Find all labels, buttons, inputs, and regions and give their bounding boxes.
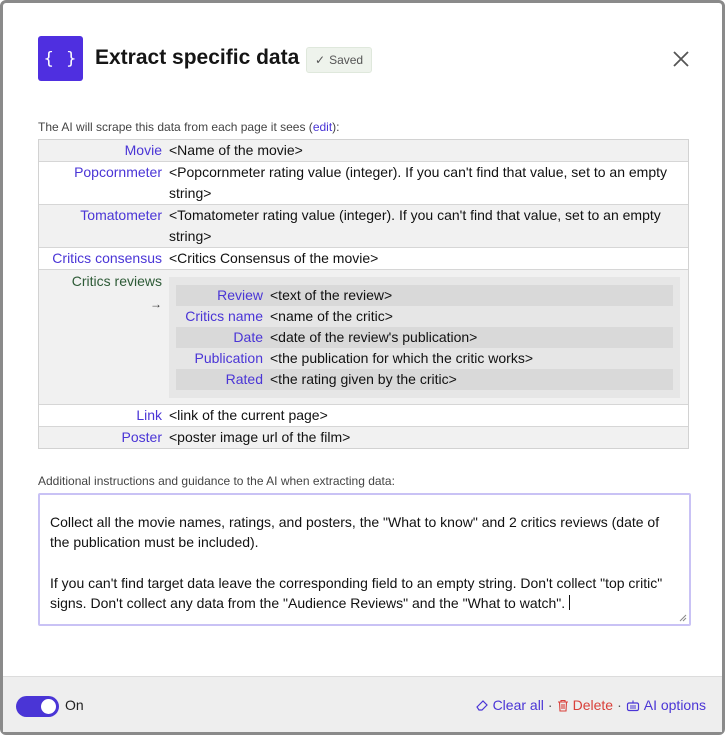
schema-row-popcornmeter: Popcornmeter <Popcornmeter rating value … <box>39 162 688 205</box>
footer-actions: Clear all · Delete · AI options <box>475 697 706 713</box>
close-icon[interactable] <box>670 48 692 70</box>
nested-row-publication: Publication <the publication for which t… <box>176 348 673 369</box>
braces-logo-icon: { } <box>38 36 83 81</box>
intro-text: The AI will scrape this data from each p… <box>38 120 340 134</box>
saved-label: Saved <box>329 53 364 67</box>
schema-value: <link of the current page> <box>169 407 328 423</box>
dialog-header: { } Extract specific data ✓ Saved <box>38 36 692 82</box>
nested-key[interactable]: Date <box>176 327 270 348</box>
delete-button[interactable]: Delete <box>557 697 613 713</box>
ai-options-label: AI options <box>643 697 706 713</box>
nested-row-critics-name: Critics name <name of the critic> <box>176 306 673 327</box>
schema-key-nested[interactable]: Critics reviews → <box>39 270 168 404</box>
nested-row-rated: Rated <the rating given by the critic> <box>176 369 673 390</box>
clear-all-button[interactable]: Clear all <box>475 697 544 713</box>
critics-reviews-table: Review <text of the review> Critics name… <box>169 277 680 398</box>
robot-icon <box>626 700 639 711</box>
intro-suffix: ): <box>332 120 340 134</box>
instructions-paragraph-1: Collect all the movie names, ratings, an… <box>50 514 663 550</box>
dialog-footer: On Clear all · Delete · AI options <box>3 676 722 732</box>
schema-value: <Critics Consensus of the movie> <box>169 250 379 266</box>
instructions-label: Additional instructions and guidance to … <box>38 474 395 488</box>
toggle-knob <box>41 699 56 714</box>
nested-value: <date of the review's publication> <box>270 329 478 345</box>
nested-value: <name of the critic> <box>270 308 393 324</box>
schema-row-movie: Movie <Name of the movie> <box>39 140 688 162</box>
text-cursor <box>569 595 571 610</box>
schema-key[interactable]: Link <box>39 405 168 426</box>
schema-key[interactable]: Critics consensus <box>39 248 168 269</box>
instructions-paragraph-2-text: If you can't find target data leave the … <box>50 575 667 611</box>
schema-row-tomatometer: Tomatometer <Tomatometer rating value (i… <box>39 205 688 248</box>
schema-value: <poster image url of the film> <box>169 429 351 445</box>
schema-value: <Tomatometer rating value (integer). If … <box>169 207 661 244</box>
eraser-icon <box>475 699 488 711</box>
nested-value: <the publication for which the critic wo… <box>270 350 534 366</box>
separator: · <box>547 697 553 713</box>
instructions-paragraph-2: If you can't find target data leave the … <box>50 573 679 613</box>
separator: · <box>617 697 622 713</box>
schema-value: <Name of the movie> <box>169 142 303 158</box>
trash-icon <box>557 699 568 712</box>
intro-prefix: The AI will scrape this data from each p… <box>38 120 313 134</box>
nested-object: Review <text of the review> Critics name… <box>168 270 688 404</box>
nested-key[interactable]: Rated <box>176 369 270 390</box>
nested-key[interactable]: Review <box>176 285 270 306</box>
nested-key[interactable]: Critics name <box>176 306 270 327</box>
instructions-textarea[interactable]: Collect all the movie names, ratings, an… <box>38 493 691 626</box>
clear-all-label: Clear all <box>492 697 544 713</box>
schema-key[interactable]: Tomatometer <box>39 205 168 247</box>
nested-value: <the rating given by the critic> <box>270 371 457 387</box>
schema-row-critics-consensus: Critics consensus <Critics Consensus of … <box>39 248 688 270</box>
delete-label: Delete <box>572 697 614 713</box>
schema-value: <Popcornmeter rating value (integer). If… <box>169 164 667 201</box>
edit-link[interactable]: edit <box>313 120 332 134</box>
schema-key[interactable]: Poster <box>39 427 168 448</box>
schema-table: Movie <Name of the movie> Popcornmeter <… <box>38 139 689 449</box>
nested-key-label: Critics reviews <box>71 273 162 289</box>
nested-key[interactable]: Publication <box>176 348 270 369</box>
arrow-right-icon: → <box>150 297 162 311</box>
saved-badge: ✓ Saved <box>306 47 373 73</box>
check-icon: ✓ <box>315 53 326 67</box>
enable-toggle[interactable] <box>16 696 59 717</box>
resize-handle-icon[interactable] <box>679 614 687 622</box>
ai-options-button[interactable]: AI options <box>626 697 706 713</box>
nested-value: <text of the review> <box>270 287 393 303</box>
nested-row-date: Date <date of the review's publication> <box>176 327 673 348</box>
schema-row-critics-reviews: Critics reviews → Review <text of the re… <box>39 270 688 405</box>
schema-key[interactable]: Movie <box>39 140 168 161</box>
toggle-label: On <box>65 697 84 713</box>
extract-data-dialog: { } Extract specific data ✓ Saved The AI… <box>0 0 725 735</box>
dialog-title: Extract specific data <box>95 46 300 69</box>
schema-key[interactable]: Popcornmeter <box>39 162 168 204</box>
schema-row-poster: Poster <poster image url of the film> <box>39 427 688 448</box>
nested-row-review: Review <text of the review> <box>176 285 673 306</box>
schema-row-link: Link <link of the current page> <box>39 405 688 427</box>
